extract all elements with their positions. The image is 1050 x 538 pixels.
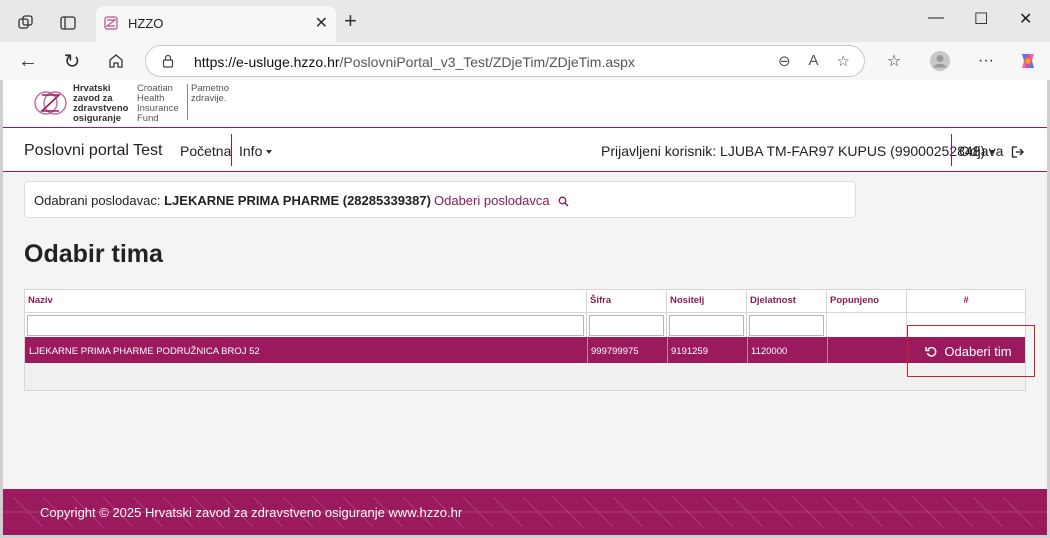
tab-title: HZZO	[128, 16, 164, 31]
back-icon[interactable]: ←	[14, 47, 42, 75]
table-row[interactable]: LJEKARNE PRIMA PHARME PODRUŽNICA BROJ 52…	[25, 337, 1025, 363]
cell-nositelj: 9191259	[671, 346, 708, 357]
cell-djelatnost: 1120000	[751, 346, 788, 357]
refresh-icon[interactable]: ↻	[58, 47, 86, 75]
close-tab-icon[interactable]: ✕	[315, 13, 328, 33]
row-divider	[667, 337, 668, 363]
maximize-icon[interactable]: ☐	[974, 9, 988, 29]
zoom-icon[interactable]: ⊖	[778, 52, 791, 70]
menu-divider	[231, 134, 232, 166]
logout-link[interactable]: Odjava	[959, 143, 1025, 159]
select-employer-link[interactable]: Odaberi poslodavca	[434, 193, 569, 208]
logo-slogan: Pametno zdravije.	[191, 83, 230, 104]
hzzo-favicon-icon	[104, 16, 118, 35]
user-dropdown[interactable]: Prijavljeni korisnik: LJUBA TM-FAR97 KUP…	[601, 143, 996, 159]
workspaces-icon[interactable]	[12, 9, 40, 37]
browser-tab[interactable]: HZZO ✕	[96, 6, 336, 42]
logout-icon	[1012, 146, 1025, 158]
address-bar[interactable]: https://e-usluge.hzzo.hr/PoslovniPortal_…	[145, 45, 865, 77]
filter-djelatnost-input[interactable]	[749, 315, 824, 336]
more-menu-icon[interactable]: ···	[972, 47, 1000, 75]
row-divider	[587, 337, 588, 363]
filter-cell-sifra	[587, 312, 667, 337]
browser-nav-bar: ← ↻ https://e-usluge.hzzo.hr/PoslovniPor…	[0, 42, 1050, 80]
col-header-popunjeno[interactable]: Popunjeno	[827, 290, 907, 312]
tab-actions-icon[interactable]	[54, 9, 82, 37]
logo-name-hr: Hrvatski zavod za zdravstveno osiguranje	[73, 83, 129, 124]
col-header-djelatnost[interactable]: Djelatnost	[747, 290, 827, 312]
favorite-star-icon[interactable]: ☆	[837, 52, 850, 70]
logo-name-en: Croatian Health Insurance Fund	[137, 83, 179, 124]
filter-sifra-input[interactable]	[589, 315, 664, 336]
minimize-icon[interactable]: —	[928, 9, 944, 27]
portal-brand[interactable]: Poslovni portal Test	[24, 142, 162, 160]
filter-naziv-input[interactable]	[27, 315, 584, 336]
cell-naziv: LJEKARNE PRIMA PHARME PODRUŽNICA BROJ 52	[29, 346, 260, 357]
row-divider	[827, 337, 828, 363]
col-header-naziv[interactable]: Naziv	[25, 290, 587, 312]
filter-nositelj-input[interactable]	[669, 315, 744, 336]
footer-copyright: Copyright © 2025 Hrvatski zavod za zdrav…	[40, 505, 463, 520]
filter-cell-nositelj	[667, 312, 747, 337]
highlight-box	[907, 325, 1035, 377]
favorites-icon[interactable]: ☆	[880, 47, 908, 75]
search-icon	[558, 196, 569, 207]
filter-cell-naziv	[25, 312, 587, 337]
page-footer: Copyright © 2025 Hrvatski zavod za zdrav…	[3, 489, 1047, 535]
col-header-sifra[interactable]: Šifra	[587, 290, 667, 312]
close-window-icon[interactable]: ✕	[1019, 9, 1032, 29]
col-header-action: #	[907, 290, 1025, 312]
menu-info-dropdown[interactable]: Info	[239, 143, 273, 159]
menu-divider	[951, 134, 952, 166]
row-divider	[747, 337, 748, 363]
selected-employer-panel: Odabrani poslodavac: LJEKARNE PRIMA PHAR…	[24, 181, 856, 218]
url-text[interactable]: https://e-usluge.hzzo.hr/PoslovniPortal_…	[194, 54, 635, 70]
lock-icon[interactable]	[162, 54, 174, 73]
menu-home[interactable]: Početna	[180, 143, 231, 159]
new-tab-icon[interactable]: +	[344, 10, 357, 32]
employer-name: LJEKARNE PRIMA PHARME (28285339387)	[164, 193, 431, 208]
page-title: Odabir tima	[24, 240, 163, 268]
top-menu-bar: Poslovni portal Test Početna Info Prijav…	[3, 128, 1047, 172]
col-header-nositelj[interactable]: Nositelj	[667, 290, 747, 312]
filter-cell-djelatnost	[747, 312, 827, 337]
team-table: Naziv Šifra Nositelj Djelatnost Popunjen…	[24, 289, 1026, 391]
selected-employer: Odabrani poslodavac: LJEKARNE PRIMA PHAR…	[34, 193, 431, 208]
cell-sifra: 999799975	[591, 346, 639, 357]
web-page: Hrvatski zavod za zdravstveno osiguranje Cr…	[3, 80, 1047, 535]
profile-avatar-icon[interactable]	[926, 47, 954, 75]
chevron-down-icon	[266, 150, 273, 155]
browser-tab-bar: HZZO ✕ + — ☐ ✕	[0, 0, 1050, 42]
home-icon[interactable]	[102, 47, 130, 75]
logo-divider	[187, 84, 188, 120]
copilot-icon[interactable]	[1014, 47, 1042, 75]
logo-strip: Hrvatski zavod za zdravstveno osiguranje Cr…	[3, 80, 1047, 127]
hzzo-logo-icon[interactable]	[33, 84, 68, 122]
read-aloud-icon[interactable]: A	[809, 52, 819, 70]
filter-cell-popunjeno	[827, 312, 907, 337]
